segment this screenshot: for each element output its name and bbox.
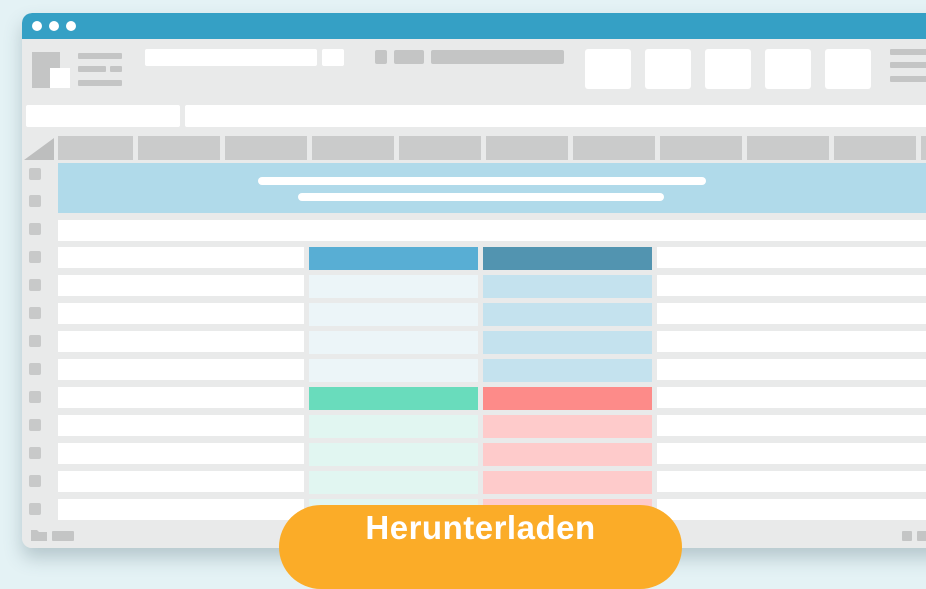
table-cell[interactable] bbox=[483, 275, 652, 298]
column-header[interactable] bbox=[225, 136, 307, 160]
row-header[interactable] bbox=[29, 419, 41, 431]
table-cell[interactable] bbox=[58, 471, 304, 492]
column-header[interactable] bbox=[834, 136, 916, 160]
title-text-placeholder bbox=[258, 177, 706, 185]
toolbar-tile-button[interactable] bbox=[645, 49, 691, 89]
table-cell[interactable] bbox=[657, 471, 926, 492]
table-cell[interactable] bbox=[657, 331, 926, 352]
spreadsheet-window bbox=[22, 13, 926, 548]
column-header[interactable] bbox=[138, 136, 220, 160]
download-button[interactable]: Herunterladen bbox=[279, 505, 682, 589]
row-header[interactable] bbox=[29, 251, 41, 263]
table-cell[interactable] bbox=[657, 303, 926, 324]
cell-reference-box[interactable] bbox=[26, 105, 180, 127]
folder-icon[interactable] bbox=[31, 529, 47, 541]
column-header[interactable] bbox=[486, 136, 568, 160]
toolbar-tile-button[interactable] bbox=[765, 49, 811, 89]
table-cell[interactable] bbox=[657, 387, 926, 408]
table-cell[interactable] bbox=[483, 303, 652, 326]
row-header[interactable] bbox=[29, 363, 41, 375]
row-header[interactable] bbox=[29, 195, 41, 207]
resize-handle-icon[interactable] bbox=[902, 531, 912, 541]
toolbar-tile-button[interactable] bbox=[705, 49, 751, 89]
table-cell[interactable] bbox=[309, 275, 478, 298]
row-header[interactable] bbox=[29, 503, 41, 515]
table-header-cell[interactable] bbox=[309, 387, 478, 410]
sheet-tab-icon[interactable] bbox=[52, 531, 74, 541]
table-cell[interactable] bbox=[657, 443, 926, 464]
table-cell[interactable] bbox=[483, 359, 652, 382]
table-cell[interactable] bbox=[58, 247, 304, 268]
row-header[interactable] bbox=[29, 223, 41, 235]
row-header[interactable] bbox=[29, 335, 41, 347]
hamburger-icon[interactable] bbox=[890, 49, 926, 83]
column-header[interactable] bbox=[747, 136, 829, 160]
row-header[interactable] bbox=[29, 475, 41, 487]
toolbar-button[interactable] bbox=[394, 50, 424, 64]
table-cell[interactable] bbox=[309, 303, 478, 326]
table-cell[interactable] bbox=[309, 331, 478, 354]
table-cell[interactable] bbox=[657, 275, 926, 296]
table-cell[interactable] bbox=[483, 415, 652, 438]
row-header[interactable] bbox=[29, 447, 41, 459]
table-cell[interactable] bbox=[58, 303, 304, 324]
table-cell[interactable] bbox=[309, 471, 478, 494]
table-header-cell[interactable] bbox=[309, 247, 478, 270]
font-size-field[interactable] bbox=[322, 49, 344, 66]
table-cell[interactable] bbox=[309, 443, 478, 466]
window-control-dot[interactable] bbox=[66, 21, 76, 31]
subtitle-text-placeholder bbox=[298, 193, 664, 201]
table-cell[interactable] bbox=[58, 415, 304, 436]
row-header[interactable] bbox=[29, 168, 41, 180]
table-cell[interactable] bbox=[483, 471, 652, 494]
table-cell[interactable] bbox=[58, 443, 304, 464]
app-logo-icon bbox=[32, 52, 70, 88]
table-cell[interactable] bbox=[483, 331, 652, 354]
font-field[interactable] bbox=[145, 49, 317, 66]
table-cell[interactable] bbox=[309, 415, 478, 438]
table-cell[interactable] bbox=[58, 499, 304, 520]
table-cell[interactable] bbox=[657, 499, 926, 520]
menu-lines-icon[interactable] bbox=[78, 53, 122, 87]
table-header-cell[interactable] bbox=[483, 387, 652, 410]
table-cell[interactable] bbox=[657, 415, 926, 436]
table-cell[interactable] bbox=[58, 331, 304, 352]
merged-title-cell[interactable] bbox=[58, 163, 926, 213]
column-header[interactable] bbox=[921, 136, 926, 160]
table-cell[interactable] bbox=[58, 275, 304, 296]
row-header[interactable] bbox=[29, 391, 41, 403]
toolbar-tile-button[interactable] bbox=[825, 49, 871, 89]
window-control-dot[interactable] bbox=[49, 21, 59, 31]
select-all-corner[interactable] bbox=[22, 136, 54, 160]
table-cell[interactable] bbox=[58, 387, 304, 408]
table-cell[interactable] bbox=[657, 359, 926, 380]
row-header[interactable] bbox=[29, 279, 41, 291]
table-cell[interactable] bbox=[657, 247, 926, 268]
row-header[interactable] bbox=[29, 307, 41, 319]
resize-handle-icon[interactable] bbox=[917, 531, 926, 541]
formula-input[interactable] bbox=[185, 105, 926, 127]
table-cell[interactable] bbox=[309, 359, 478, 382]
table-header-cell[interactable] bbox=[483, 247, 652, 270]
column-header[interactable] bbox=[58, 136, 133, 160]
table-cell[interactable] bbox=[58, 359, 304, 380]
column-header[interactable] bbox=[573, 136, 655, 160]
column-header[interactable] bbox=[660, 136, 742, 160]
column-header[interactable] bbox=[312, 136, 394, 160]
title-bar bbox=[22, 13, 926, 39]
empty-row[interactable] bbox=[58, 220, 926, 241]
toolbar-tile-button[interactable] bbox=[585, 49, 631, 89]
toolbar-wide-button[interactable] bbox=[431, 50, 564, 64]
column-header[interactable] bbox=[399, 136, 481, 160]
toolbar-small-button[interactable] bbox=[375, 50, 387, 64]
window-control-dot[interactable] bbox=[32, 21, 42, 31]
table-cell[interactable] bbox=[483, 443, 652, 466]
